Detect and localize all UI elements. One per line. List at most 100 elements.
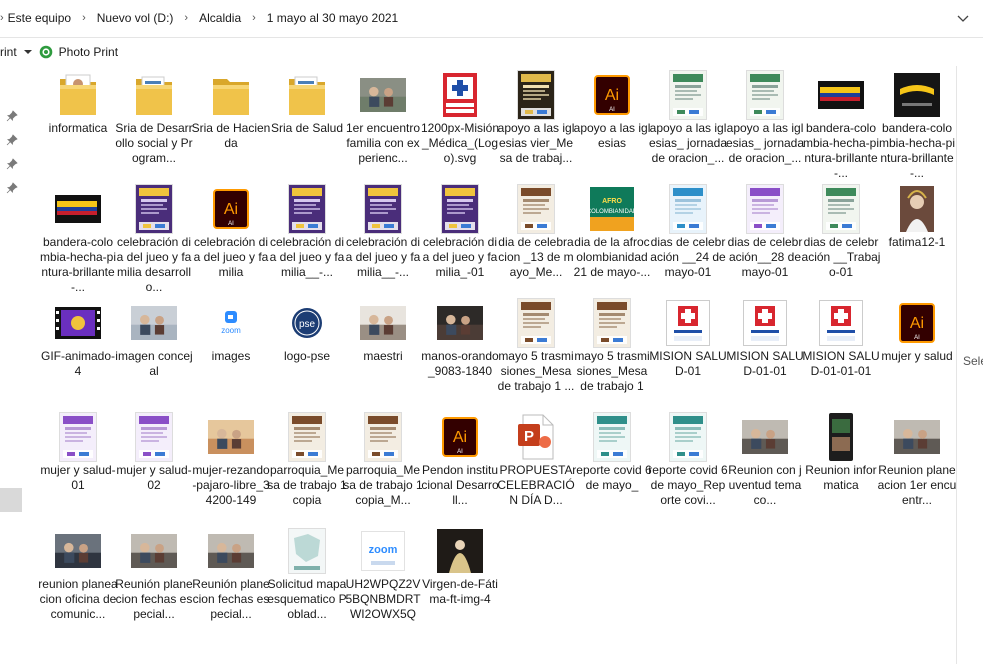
file-item[interactable]: manos-orando_9083-1840 [421, 294, 499, 406]
file-item[interactable]: reporte covid 6 de mayo_Reporte covi... [648, 408, 728, 520]
file-item[interactable]: apoyo a las iglesias_ jornada de oracion… [726, 66, 804, 178]
file-item[interactable]: dias de celebración __24 de mayo-01 [650, 180, 726, 292]
file-item[interactable]: Reunión planecion fechas especial... [192, 522, 270, 634]
file-item[interactable]: zoom UH2WPQZ2V5BQNBMDRTWI2OWX5Q [345, 522, 421, 634]
file-item[interactable]: Ai AI apoyo a las iglesias [574, 66, 650, 178]
image-icon [40, 412, 116, 462]
file-item[interactable]: parroquia_Mesa de trabajo 1 copia [267, 408, 347, 520]
image-icon [40, 526, 116, 576]
file-item[interactable]: P PROPUESTA CELEBRACIÓN DÍA D... [497, 408, 575, 520]
image-icon [116, 526, 192, 576]
file-item[interactable]: Ai AI Pendon institucional Desarroll... [421, 408, 499, 520]
file-item[interactable]: dia de celebracion _13 de mayo_Me... [498, 180, 574, 292]
file-item[interactable]: Solicitud mapa esquematico Poblad... [267, 522, 347, 634]
file-item[interactable]: dias de celebración__28 de mayo-01 [727, 180, 803, 292]
file-item[interactable]: apoyo a las iglesias_ jornada de oracion… [649, 66, 727, 178]
image-icon [727, 298, 803, 348]
breadcrumb-item-nuevo-vol[interactable]: Nuevo vol (D:) [97, 11, 174, 25]
breadcrumb-item-current-folder[interactable]: 1 mayo al 30 mayo 2021 [267, 11, 398, 25]
pin-icon[interactable] [6, 182, 18, 194]
file-item[interactable]: mayo 5 trasmisiones_Mesa de trabajo 1 ..… [498, 294, 574, 406]
file-label: celebración dia del jueo y familia__-... [345, 235, 421, 279]
file-item[interactable]: Ai AI celebración dia del jueo y familia [193, 180, 269, 292]
file-item[interactable]: reporte covid 6 de mayo_ [572, 408, 652, 520]
folder-icon [40, 70, 116, 120]
file-item[interactable]: Sria de Hacienda [191, 66, 271, 178]
file-item[interactable]: AFRO COLOMBIANIDAD dia de la afrocolombian… [574, 180, 650, 292]
file-item[interactable]: celebración dia del jueo y familia__-... [345, 180, 421, 292]
svg-text:Ai: Ai [453, 429, 467, 446]
svg-text:Ai: Ai [605, 87, 619, 104]
file-item[interactable]: Ai AI mujer y salud [879, 294, 955, 406]
file-item[interactable]: pse logo-pse [269, 294, 345, 406]
pin-icon[interactable] [6, 134, 18, 146]
address-bar[interactable]: › Este equipo › Nuevo vol (D:) › Alcaldi… [0, 0, 983, 38]
file-label: parroquia_Mesa de trabajo 1 copia_M... [343, 463, 423, 507]
file-item[interactable]: parroquia_Mesa de trabajo 1 copia_M... [343, 408, 423, 520]
svg-text:Ai: Ai [224, 201, 238, 218]
file-item[interactable]: celebración dia del jueo y familia_-01 [422, 180, 498, 292]
photo-print-icon [39, 45, 52, 59]
file-item[interactable]: mujer y salud-01 [40, 408, 116, 520]
breadcrumb-item-este-equipo[interactable]: Este equipo [8, 11, 71, 25]
file-item[interactable]: celebración dia del jueo y familia desar… [116, 180, 192, 294]
file-label: Reunion planeacion 1er encuentr... [877, 463, 957, 507]
file-item[interactable]: Sria de Salud [269, 66, 345, 178]
file-item[interactable]: imagen concejal [115, 294, 193, 406]
svg-file-icon [422, 70, 498, 120]
pin-icon[interactable] [6, 110, 18, 122]
pin-icon[interactable] [6, 158, 18, 170]
file-item[interactable]: bandera-colombia-hecha-pintura-brillante… [39, 180, 117, 294]
file-item[interactable]: Reunion planeacion 1er encuentr... [877, 408, 957, 520]
file-item[interactable]: Reunion informatica [803, 408, 879, 520]
image-icon [345, 70, 421, 120]
photo-print-button[interactable]: Photo Print [59, 45, 118, 59]
file-item[interactable]: apoyo a las iglesias vier_Mesa de trabaj… [498, 66, 574, 178]
nav-selected-item[interactable] [0, 488, 22, 512]
chevron-down-icon[interactable] [955, 10, 971, 26]
file-label: apoyo a las iglesias [573, 121, 651, 150]
file-item[interactable]: Sria de Desarrollo social y Program... [115, 66, 193, 178]
folder-icon [269, 70, 345, 120]
pane-divider[interactable] [956, 66, 957, 664]
file-item[interactable]: bandera-colombia-hecha-pintura-brillante… [879, 66, 955, 180]
file-item[interactable]: mayo 5 trasmisiones_Mesa de trabajo 1 [574, 294, 650, 406]
image-icon [803, 184, 879, 234]
file-item[interactable]: fatima12-1 [879, 180, 955, 292]
file-item[interactable]: bandera-colombia-hecha-pintura-brillante… [803, 66, 879, 180]
svg-text:AFRO: AFRO [602, 198, 622, 205]
file-label: bandera-colombia-hecha-pintura-brillante… [39, 235, 117, 294]
breadcrumb-item-alcaldia[interactable]: Alcaldia [199, 11, 241, 25]
file-item[interactable]: dias de celebración __Trabajo-01 [802, 180, 880, 292]
file-label: celebración dia del jueo y familia [193, 235, 269, 279]
file-label: Sria de Hacienda [191, 121, 271, 150]
file-item[interactable]: zoom images [193, 294, 269, 406]
file-item[interactable]: informatica [40, 66, 116, 178]
caret-down-icon[interactable] [23, 47, 33, 57]
file-item[interactable]: Reunion con juventud tema co... [727, 408, 803, 520]
file-item[interactable]: 1er encuentro familia con experienc... [345, 66, 421, 178]
file-item[interactable]: maestri [345, 294, 421, 406]
navigation-pane [0, 66, 25, 664]
image-icon [422, 298, 498, 348]
file-label: UH2WPQZ2V5BQNBMDRTWI2OWX5Q [345, 577, 421, 621]
file-item[interactable]: MISION SALUD-01-01 [726, 294, 804, 406]
file-label: mujer y salud [881, 349, 953, 363]
file-label: fatima12-1 [888, 235, 946, 249]
file-item[interactable]: 1200px-Misión_Médica_(Logo).svg [421, 66, 499, 178]
file-label: mayo 5 trasmisiones_Mesa de trabajo 1 ..… [497, 349, 575, 393]
file-item[interactable]: MISION SALUD-01-01-01 [802, 294, 880, 406]
print-button[interactable]: rint [0, 45, 17, 59]
file-item[interactable]: mujer-rezando-pajaro-libre_34200-149 [192, 408, 270, 520]
image-icon [116, 184, 192, 234]
file-item[interactable]: MISION SALUD-01 [649, 294, 727, 406]
file-item[interactable]: GIF-animado-4 [40, 294, 116, 406]
file-item[interactable]: Reunión planecion fechas especial... [115, 522, 193, 634]
file-item[interactable]: reunion planeacion oficina de comunic... [38, 522, 118, 634]
image-icon: zoom [193, 298, 269, 348]
image-icon: zoom [345, 526, 421, 576]
file-item[interactable]: Virgen-de-Fátima-ft-img-4 [422, 522, 498, 634]
file-item[interactable]: mujer y salud-02 [116, 408, 192, 520]
svg-text:COLOMBIANIDAD: COLOMBIANIDAD [590, 209, 634, 215]
file-item[interactable]: celebración dia del jueo y familia__-... [269, 180, 345, 292]
